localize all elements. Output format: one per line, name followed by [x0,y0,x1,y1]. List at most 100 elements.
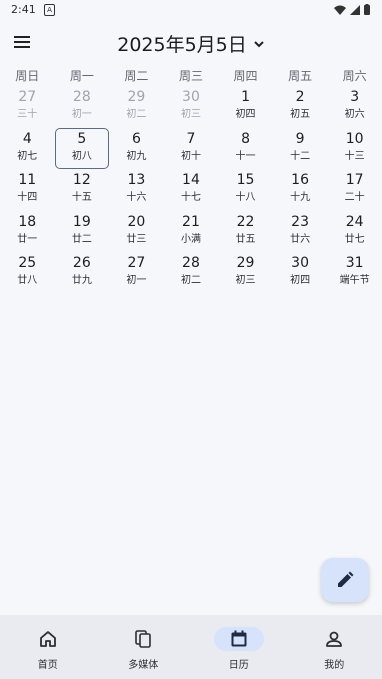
lunar-date: 廿二 [71,233,92,245]
day-number: 17 [345,172,364,188]
day-number: 13 [127,172,146,188]
chevron-down-icon [254,40,264,47]
calendar-day[interactable]: 29 初三 [218,252,273,294]
nav-item-calendar[interactable]: 日历 [191,615,287,679]
lunar-date: 廿九 [71,275,92,286]
calendar-day[interactable]: 25 廿八 [0,252,55,294]
lunar-date: 小满 [180,233,201,245]
nav-pill [23,627,73,651]
calendar-day[interactable]: 28 初一 [55,86,110,128]
calendar-day[interactable]: 14 十七 [164,169,219,211]
lunar-date: 十一 [235,150,256,162]
day-number: 25 [18,255,37,271]
wifi-icon [334,5,346,15]
lunar-date: 十五 [71,192,92,203]
calendar-day[interactable]: 1 初四 [218,86,273,128]
page-title: 2025年5月5日 [117,34,247,56]
weekday-label: 周二 [124,69,149,83]
calendar-day-selected[interactable]: 5 初八 [54,127,110,170]
day-number: 29 [127,89,146,105]
battery-icon [364,4,370,15]
day-number: 12 [72,172,91,188]
weekday-label: 周五 [288,69,313,83]
edit-fab-button[interactable] [321,558,369,602]
month-selector[interactable]: 2025年5月5日 [0,30,382,57]
calendar-day[interactable]: 10 十三 [327,128,382,170]
day-number: 15 [236,172,255,188]
lunar-date: 廿三 [126,233,147,245]
nav-item-profile[interactable]: 我的 [287,615,382,679]
calendar-day[interactable]: 8 十一 [218,128,273,170]
calendar-day[interactable]: 11 十四 [0,169,55,211]
nav-label: 多媒体 [128,660,159,671]
day-number: 11 [18,172,37,188]
calendar-day[interactable]: 24 廿七 [327,211,382,253]
weekday-label: 周四 [233,69,258,83]
day-number: 6 [131,130,141,147]
calendar-day[interactable]: 27 三十 [0,86,55,128]
calendar-day[interactable]: 20 廿三 [109,211,164,253]
calendar-day[interactable]: 29 初二 [109,86,164,128]
day-number: 9 [295,130,305,147]
lunar-date: 廿七 [344,233,365,245]
nav-item-home[interactable]: 首页 [0,615,96,679]
day-number: 16 [291,172,309,188]
day-number: 27 [127,255,146,271]
calendar-day[interactable]: 30 初四 [273,252,328,294]
day-number: 1 [241,89,250,105]
lunar-date: 廿六 [290,233,311,245]
nav-pill-active [213,627,264,651]
day-number: 2 [295,89,305,105]
calendar-day[interactable]: 19 廿二 [55,211,110,253]
day-number: 28 [182,255,200,271]
nav-pill [309,627,359,651]
day-number: 14 [182,172,200,188]
lunar-date: 初三 [235,275,256,286]
calendar-day[interactable]: 28 初二 [164,252,219,294]
lunar-date: 初一 [126,275,147,286]
day-number: 4 [22,130,32,147]
day-number: 19 [72,213,91,230]
lunar-date: 初六 [344,109,365,120]
status-bar: 2:41 A [0,0,382,20]
lunar-date: 初八 [71,150,92,162]
calendar-day[interactable]: 2 初五 [273,86,328,128]
calendar-day[interactable]: 21 小满 [164,211,219,253]
pencil-icon [338,571,354,587]
calendar-day[interactable]: 30 初三 [164,86,219,128]
day-number: 8 [241,130,250,147]
lunar-date: 初一 [71,109,92,120]
weekday-label: 周一 [69,69,94,83]
status-time: 2:41 [11,3,36,16]
calendar-day[interactable]: 26 廿九 [55,252,110,294]
calendar-day[interactable]: 16 十九 [273,169,328,211]
nav-item-media[interactable]: 多媒体 [96,615,192,679]
calendar-day[interactable]: 6 初九 [109,128,164,170]
calendar-day[interactable]: 17 二十 [327,169,382,211]
calendar-day[interactable]: 31 端午节 [327,252,382,294]
day-number: 23 [291,213,309,230]
calendar-day[interactable]: 18 廿一 [0,211,55,253]
lunar-date: 初五 [290,109,311,120]
day-number: 3 [350,89,360,105]
calendar-day[interactable]: 7 初十 [164,128,219,170]
day-number: 29 [236,255,255,271]
day-number: 18 [18,213,37,230]
calendar-day[interactable]: 9 十二 [273,128,328,170]
calendar-day[interactable]: 4 初七 [0,128,55,170]
calendar-day[interactable]: 23 廿六 [273,211,328,253]
calendar-day[interactable]: 3 初六 [327,86,382,128]
day-number: 22 [236,213,255,230]
calendar-day[interactable]: 27 初一 [109,252,164,294]
lunar-date: 初二 [126,109,147,120]
calendar-day[interactable]: 22 廿五 [218,211,273,253]
home-icon [39,631,56,647]
lunar-date: 廿一 [17,233,38,245]
calendar-day[interactable]: 13 十六 [109,169,164,211]
signal-icon [350,4,360,15]
day-number: 20 [127,213,146,230]
lunar-date: 初三 [180,109,201,120]
calendar-day[interactable]: 15 十八 [218,169,273,211]
day-number: 7 [186,130,196,147]
calendar-day[interactable]: 12 十五 [55,169,110,211]
